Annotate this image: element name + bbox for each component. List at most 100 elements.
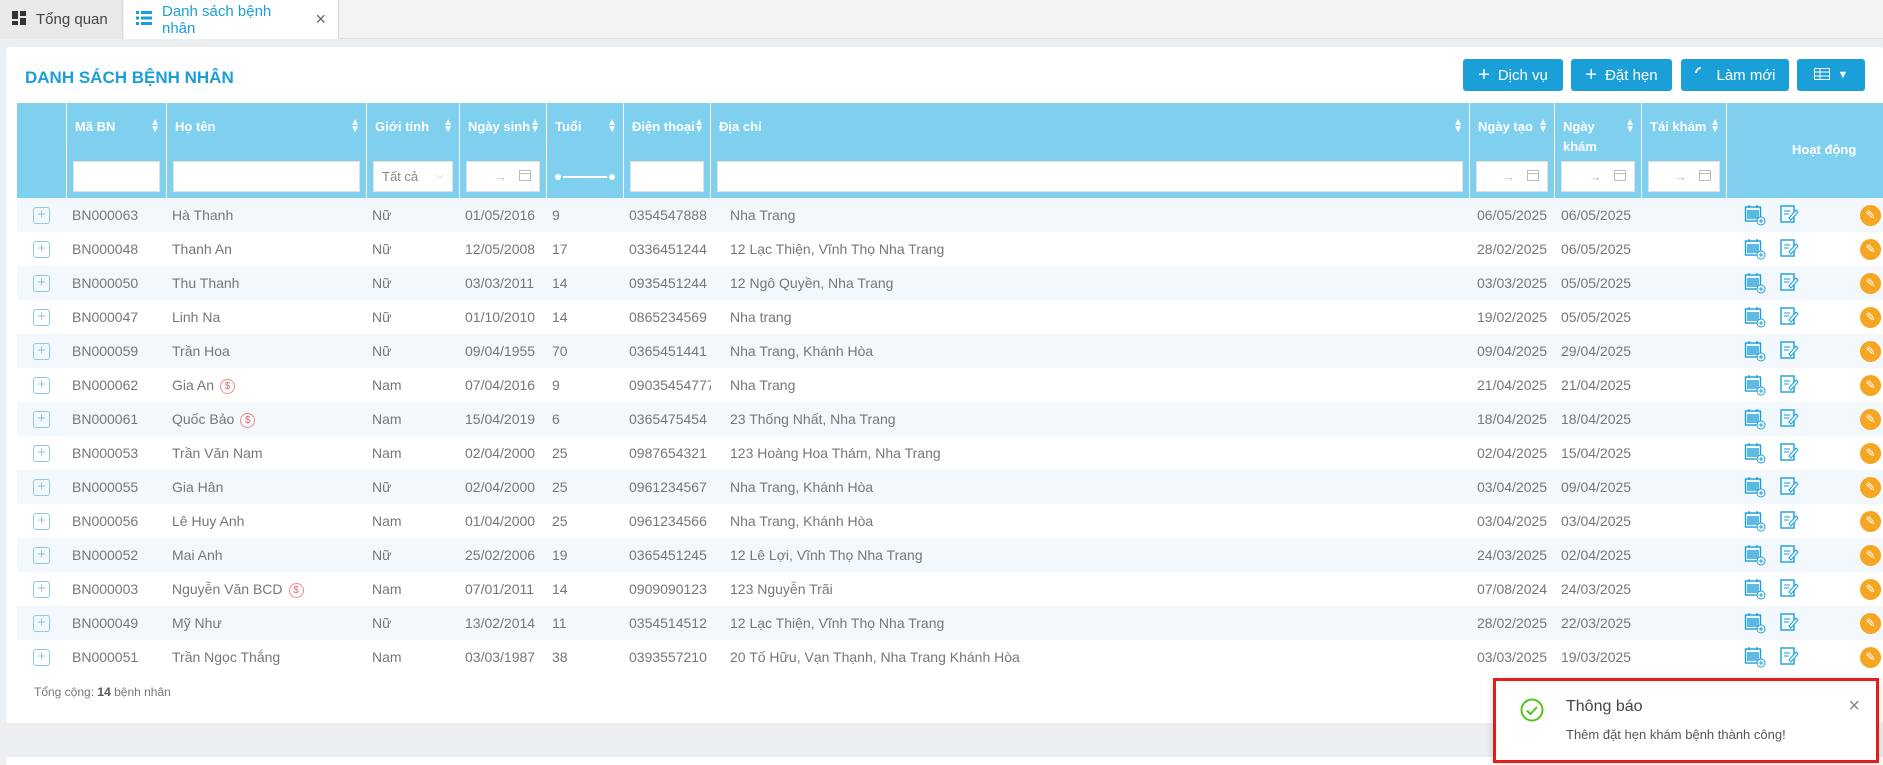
edit-note-icon[interactable] (1779, 374, 1799, 397)
table-row[interactable]: + BN000056 Lê Huy Anh Nam 01/04/2000 25 096123… (17, 504, 1883, 538)
filter-revisit-range[interactable]: → (1648, 161, 1720, 192)
pencil-icon[interactable]: ✎ (1860, 239, 1881, 260)
pencil-icon[interactable]: ✎ (1860, 613, 1881, 634)
schedule-icon[interactable] (1744, 408, 1766, 433)
filter-dob-range[interactable]: → (466, 161, 540, 192)
sort-icon[interactable]: ▲ ▼ (150, 118, 160, 135)
sort-icon[interactable]: ▲ ▼ (350, 118, 360, 135)
filter-code-input[interactable] (73, 161, 160, 192)
expand-row-icon[interactable]: + (33, 649, 50, 666)
edit-note-icon[interactable] (1779, 204, 1799, 227)
pencil-icon[interactable]: ✎ (1860, 477, 1881, 498)
sort-icon[interactable]: ▲ ▼ (607, 118, 617, 135)
expand-row-icon[interactable]: + (33, 581, 50, 598)
table-row[interactable]: + BN000052 Mai Anh Nữ 25/02/2006 19 0365451245… (17, 538, 1883, 572)
schedule-icon[interactable] (1744, 442, 1766, 467)
edit-note-icon[interactable] (1779, 272, 1799, 295)
pencil-icon[interactable]: ✎ (1860, 273, 1881, 294)
tab-overview[interactable]: Tổng quan (0, 0, 123, 39)
edit-note-icon[interactable] (1779, 442, 1799, 465)
table-row[interactable]: + BN000050 Thu Thanh Nữ 03/03/2011 14 09354512… (17, 266, 1883, 300)
refresh-button[interactable]: Làm mới (1681, 59, 1789, 91)
schedule-icon[interactable] (1744, 510, 1766, 535)
schedule-icon[interactable] (1744, 612, 1766, 637)
header-address[interactable]: Địa chỉ ▲ ▼ (711, 103, 1470, 198)
expand-row-icon[interactable]: + (33, 343, 50, 360)
table-row[interactable]: + BN000063 Hà Thanh Nữ 01/05/2016 9 0354547888… (17, 198, 1883, 232)
close-icon[interactable]: × (315, 9, 326, 30)
age-range-slider[interactable] (553, 172, 617, 182)
edit-note-icon[interactable] (1779, 544, 1799, 567)
filter-address-input[interactable] (717, 161, 1463, 192)
schedule-icon[interactable] (1744, 374, 1766, 399)
filter-name-input[interactable] (173, 161, 360, 192)
pencil-icon[interactable]: ✎ (1860, 443, 1881, 464)
expand-row-icon[interactable]: + (33, 309, 50, 326)
sort-icon[interactable]: ▲ ▼ (1453, 118, 1463, 135)
edit-note-icon[interactable] (1779, 476, 1799, 499)
table-row[interactable]: + BN000047 Linh Na Nữ 01/10/2010 14 0865234569… (17, 300, 1883, 334)
expand-row-icon[interactable]: + (33, 547, 50, 564)
expand-row-icon[interactable]: + (33, 479, 50, 496)
expand-row-icon[interactable]: + (33, 513, 50, 530)
table-row[interactable]: + BN000049 Mỹ Như Nữ 13/02/2014 11 0354514512 1… (17, 606, 1883, 640)
filter-created-range[interactable]: → (1476, 161, 1548, 192)
header-revisit[interactable]: Tái khám ▲ ▼ → (1642, 103, 1727, 198)
sort-icon[interactable]: ▲ ▼ (530, 118, 540, 135)
tab-patient-list[interactable]: Danh sách bệnh nhân × (124, 0, 339, 39)
expand-row-icon[interactable]: + (33, 445, 50, 462)
expand-row-icon[interactable]: + (33, 615, 50, 632)
column-chooser-button[interactable]: ▼ (1797, 59, 1865, 91)
schedule-icon[interactable] (1744, 204, 1766, 229)
table-row[interactable]: + BN000051 Trần Ngọc Thắng Nam 03/03/1987 38 0… (17, 640, 1883, 674)
header-visit[interactable]: Ngày khám ▲ ▼ → (1555, 103, 1642, 198)
slider-handle-min[interactable] (553, 172, 563, 182)
expand-row-icon[interactable]: + (33, 275, 50, 292)
edit-note-icon[interactable] (1779, 306, 1799, 329)
edit-note-icon[interactable] (1779, 578, 1799, 601)
schedule-icon[interactable] (1744, 238, 1766, 263)
pencil-icon[interactable]: ✎ (1860, 205, 1881, 226)
pencil-icon[interactable]: ✎ (1860, 647, 1881, 668)
schedule-icon[interactable] (1744, 340, 1766, 365)
table-row[interactable]: + BN000059 Trần Hoa Nữ 09/04/1955 70 036545144… (17, 334, 1883, 368)
header-phone[interactable]: Điện thoại ▲ ▼ (624, 103, 711, 198)
slider-handle-max[interactable] (607, 172, 617, 182)
filter-gender-select[interactable]: Tất cả ⌵ (373, 161, 453, 192)
pencil-icon[interactable]: ✎ (1860, 341, 1881, 362)
table-row[interactable]: + BN000062 Gia An $ Nam 07/04/2016 9 0903545477… (17, 368, 1883, 402)
expand-row-icon[interactable]: + (33, 207, 50, 224)
pencil-icon[interactable]: ✎ (1860, 579, 1881, 600)
header-age[interactable]: Tuổi ▲ ▼ (547, 103, 624, 198)
header-name[interactable]: Họ tên ▲ ▼ (167, 103, 367, 198)
service-button[interactable]: + Dịch vụ (1463, 59, 1563, 91)
expand-row-icon[interactable]: + (33, 377, 50, 394)
expand-row-icon[interactable]: + (33, 411, 50, 428)
table-row[interactable]: + BN000003 Nguyễn Văn BCD $ Nam 07/01/2011 14 0… (17, 572, 1883, 606)
schedule-icon[interactable] (1744, 578, 1766, 603)
pencil-icon[interactable]: ✎ (1860, 307, 1881, 328)
expand-row-icon[interactable]: + (33, 241, 50, 258)
table-row[interactable]: + BN000061 Quốc Bảo $ Nam 15/04/2019 6 03654754… (17, 402, 1883, 436)
edit-note-icon[interactable] (1779, 238, 1799, 261)
edit-note-icon[interactable] (1779, 646, 1799, 669)
header-code[interactable]: Mã BN ▲ ▼ (67, 103, 167, 198)
sort-icon[interactable]: ▲ ▼ (1625, 118, 1635, 135)
edit-note-icon[interactable] (1779, 408, 1799, 431)
schedule-icon[interactable] (1744, 544, 1766, 569)
sort-icon[interactable]: ▲ ▼ (443, 118, 453, 135)
table-row[interactable]: + BN000048 Thanh An Nữ 12/05/2008 17 033645124… (17, 232, 1883, 266)
sort-icon[interactable]: ▲ ▼ (1538, 118, 1548, 135)
schedule-icon[interactable] (1744, 646, 1766, 671)
sort-icon[interactable]: ▲ ▼ (694, 118, 704, 135)
header-gender[interactable]: Giới tính ▲ ▼ Tất cả ⌵ (367, 103, 460, 198)
close-icon[interactable]: × (1848, 695, 1860, 718)
edit-note-icon[interactable] (1779, 510, 1799, 533)
pencil-icon[interactable]: ✎ (1860, 409, 1881, 430)
table-row[interactable]: + BN000055 Gia Hân Nữ 02/04/2000 25 0961234567… (17, 470, 1883, 504)
filter-phone-input[interactable] (630, 161, 704, 192)
header-dob[interactable]: Ngày sinh ▲ ▼ → (460, 103, 547, 198)
sort-icon[interactable]: ▲ ▼ (1710, 118, 1720, 135)
pencil-icon[interactable]: ✎ (1860, 511, 1881, 532)
appointment-button[interactable]: + Đặt hẹn (1571, 59, 1672, 91)
